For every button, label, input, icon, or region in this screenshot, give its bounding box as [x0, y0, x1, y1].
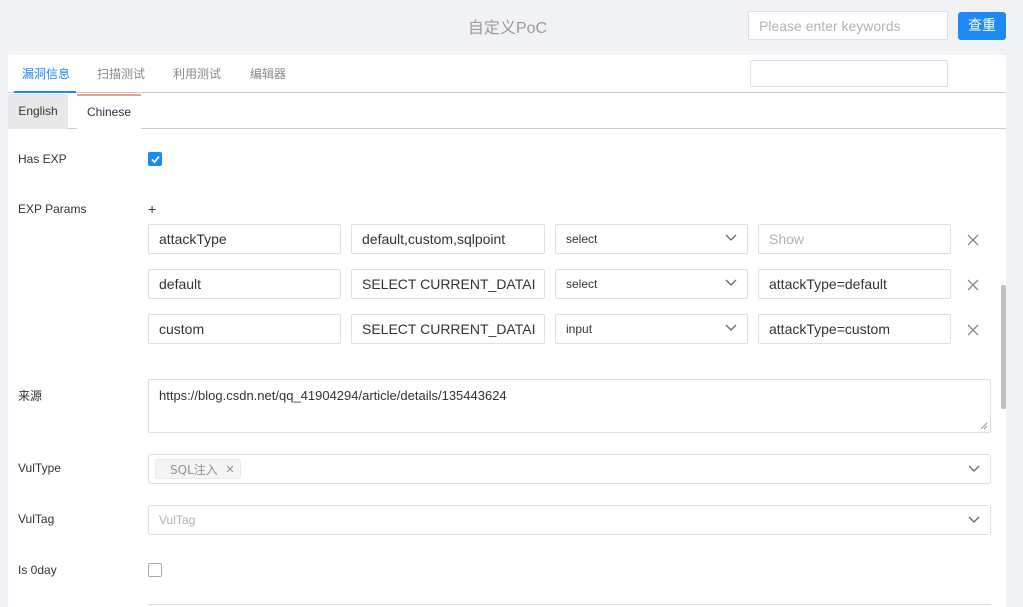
scrollbar[interactable] — [1001, 285, 1006, 409]
main-panel: 漏洞信息 扫描测试 利用测试 编辑器 English Chinese Has E… — [8, 55, 1006, 607]
vultype-label: VulType — [18, 461, 61, 475]
main-tabs: 漏洞信息 扫描测试 利用测试 编辑器 — [8, 55, 1006, 93]
param-show-field[interactable]: Show — [758, 224, 951, 254]
scan-target-input[interactable] — [750, 60, 948, 87]
source-value: https://blog.csdn.net/qq_41904294/articl… — [159, 388, 507, 403]
has-exp-checkbox[interactable] — [148, 152, 162, 166]
vultag-select[interactable]: VulTag — [148, 505, 991, 535]
top-bar: 自定义PoC 查重 — [0, 0, 1023, 55]
has-exp-label: Has EXP — [18, 152, 67, 166]
close-icon[interactable] — [966, 278, 980, 292]
param-value-field[interactable]: SELECT CURRENT_DATAI — [351, 269, 545, 299]
vultag-placeholder: VulTag — [159, 513, 196, 527]
param-type-select[interactable]: select — [555, 269, 748, 299]
close-icon[interactable] — [966, 233, 980, 247]
param-name-field[interactable]: attackType — [148, 224, 341, 254]
vultype-select[interactable]: SQL注入 ✕ — [148, 454, 991, 484]
search-input[interactable] — [748, 11, 948, 40]
resize-handle-icon[interactable] — [978, 420, 988, 430]
language-tabs: English Chinese — [8, 94, 1006, 130]
tag-close-icon[interactable]: ✕ — [226, 460, 235, 480]
tab-scan-test[interactable]: 扫描测试 — [97, 65, 145, 82]
chevron-down-icon — [968, 516, 980, 523]
close-icon[interactable] — [966, 323, 980, 337]
param-type-value: select — [566, 232, 598, 246]
active-tab-indicator — [14, 91, 76, 93]
param-type-select[interactable]: select — [555, 224, 748, 254]
param-type-value: input — [566, 322, 593, 336]
param-name-field[interactable]: default — [148, 269, 341, 299]
vultag-label: VulTag — [18, 512, 55, 526]
vultype-tag-label: SQL注入 — [170, 463, 218, 477]
chevron-down-icon — [968, 465, 980, 472]
chevron-down-icon — [725, 279, 737, 286]
is-0day-checkbox[interactable] — [148, 563, 162, 577]
param-name-field[interactable]: custom — [148, 314, 341, 344]
source-label: 来源 — [18, 389, 43, 403]
source-textarea[interactable]: https://blog.csdn.net/qq_41904294/articl… — [148, 379, 991, 433]
duplicate-check-button[interactable]: 查重 — [958, 12, 1006, 40]
exp-params-label: EXP Params — [18, 202, 87, 216]
chevron-down-icon — [725, 234, 737, 241]
chevron-down-icon — [725, 324, 737, 331]
param-value-field[interactable]: default,custom,sqlpoint — [351, 224, 545, 254]
param-value-field[interactable]: SELECT CURRENT_DATAI — [351, 314, 545, 344]
check-icon — [151, 155, 160, 164]
tab-vuln-info[interactable]: 漏洞信息 — [22, 65, 70, 82]
param-type-select[interactable]: input — [555, 314, 748, 344]
vultype-tag: SQL注入 ✕ — [155, 459, 241, 479]
param-type-value: select — [566, 277, 598, 291]
tab-english[interactable]: English — [8, 94, 68, 129]
add-param-button[interactable]: + — [148, 201, 156, 217]
is-0day-label: Is 0day — [18, 563, 57, 577]
param-show-field[interactable]: attackType=custom — [758, 314, 951, 344]
tab-chinese[interactable]: Chinese — [77, 94, 141, 130]
param-show-field[interactable]: attackType=default — [758, 269, 951, 299]
tab-editor[interactable]: 编辑器 — [250, 65, 286, 82]
tab-exploit-test[interactable]: 利用测试 — [173, 65, 221, 82]
